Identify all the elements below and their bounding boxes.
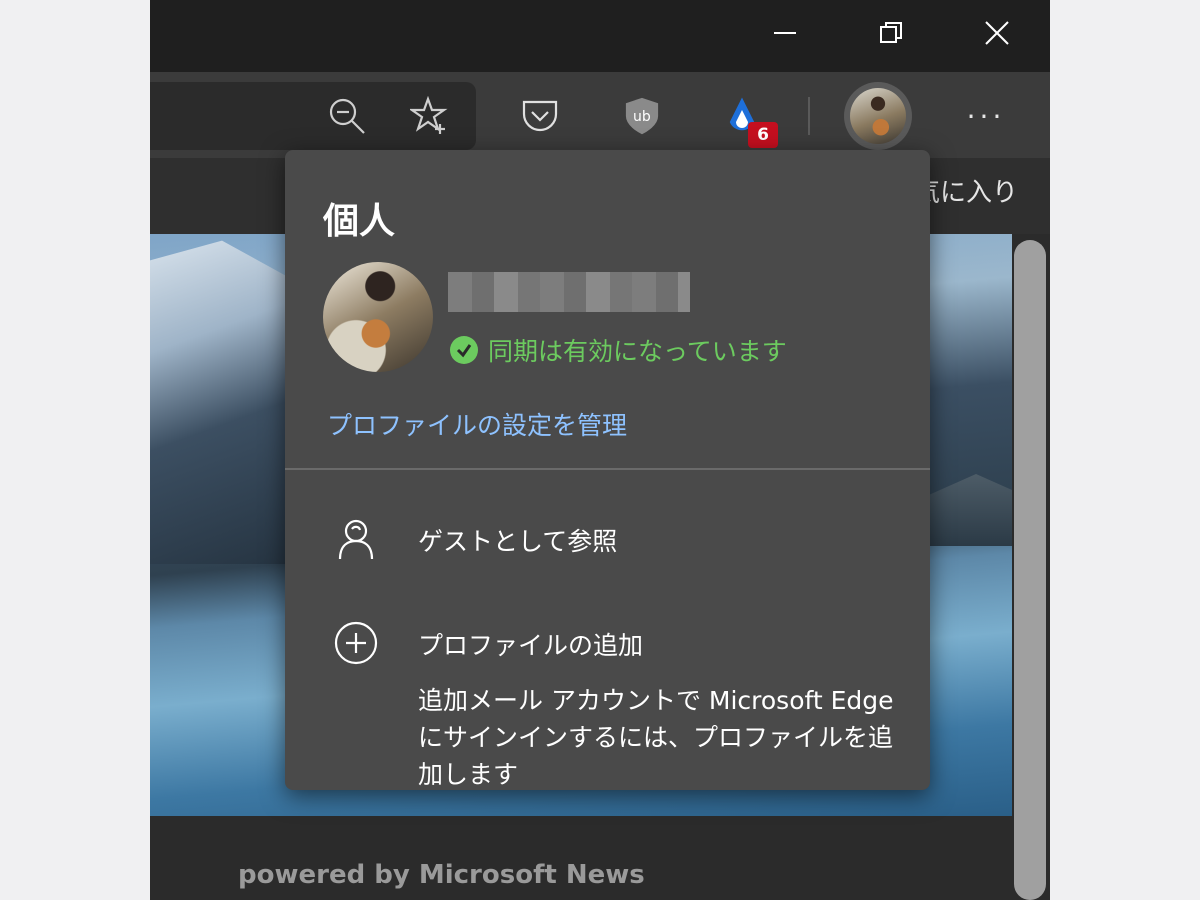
restore-icon — [880, 22, 902, 43]
close-button[interactable] — [974, 12, 1020, 54]
restore-button[interactable] — [868, 12, 914, 54]
add-favorite-button[interactable] — [408, 94, 452, 138]
address-bar[interactable] — [150, 82, 476, 150]
add-circle-icon — [333, 620, 379, 666]
title-bar — [150, 0, 1050, 72]
extension-badge: 6 — [748, 122, 778, 148]
mountain-image-right — [922, 474, 1012, 546]
powered-by-text: powered by Microsoft News — [238, 860, 645, 890]
check-circle-icon — [450, 336, 478, 364]
profile-avatar — [323, 262, 433, 372]
sync-status: 同期は有効になっています — [450, 332, 787, 368]
flyout-title: 個人 — [323, 201, 396, 242]
add-profile-label: プロファイルの追加 — [418, 631, 644, 660]
profile-button[interactable] — [844, 82, 912, 150]
profile-flyout: 個人 同期は有効になっています プロファイルの設定を管理 ゲストとして参照 プロ… — [285, 150, 930, 790]
minimize-icon — [774, 32, 796, 34]
add-favorite-star-icon — [410, 96, 448, 134]
toolbar: ub — [150, 72, 1050, 158]
blurred-account-name — [448, 272, 690, 312]
ublock-shield-icon: ub — [625, 97, 659, 135]
ublock-button[interactable]: ub — [620, 94, 664, 138]
scrollbar-thumb[interactable] — [1014, 240, 1046, 900]
add-profile-item[interactable]: プロファイルの追加 — [285, 602, 930, 682]
manage-profile-link[interactable]: プロファイルの設定を管理 — [327, 406, 627, 442]
pocket-button[interactable] — [518, 94, 562, 138]
browse-as-guest-label: ゲストとして参照 — [418, 527, 618, 556]
more-button[interactable]: ··· — [958, 96, 1014, 136]
zoom-out-icon — [329, 98, 365, 134]
pocket-icon — [522, 100, 558, 132]
sync-status-text: 同期は有効になっています — [488, 337, 787, 366]
zoom-out-button[interactable] — [325, 94, 369, 138]
flyout-divider — [285, 468, 930, 470]
svg-text:ub: ub — [633, 109, 651, 125]
avatar — [850, 88, 906, 144]
guest-person-icon — [333, 516, 379, 562]
close-icon — [985, 21, 1009, 45]
minimize-button[interactable] — [762, 12, 808, 54]
add-profile-description: 追加メール アカウントで Microsoft Edge にサインインするには、プ… — [418, 686, 894, 789]
toolbar-divider — [808, 97, 810, 135]
browse-as-guest-item[interactable]: ゲストとして参照 — [285, 498, 930, 578]
